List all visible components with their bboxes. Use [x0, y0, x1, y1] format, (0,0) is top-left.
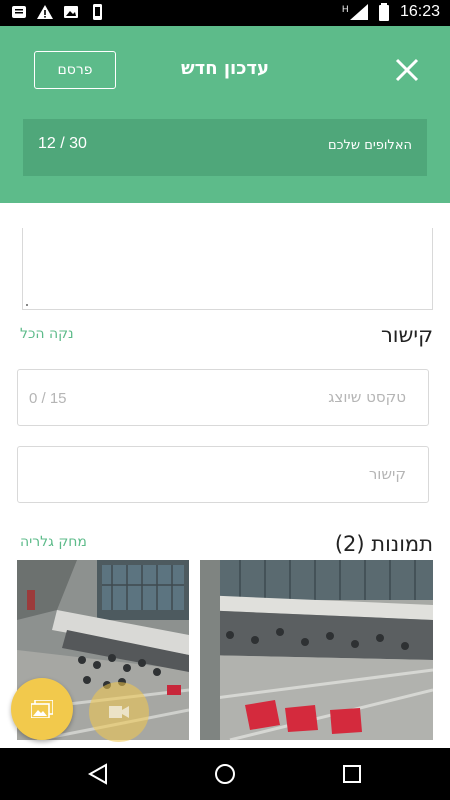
link-section-title: קישור	[380, 323, 433, 347]
status-bar: H 16:23	[0, 0, 450, 26]
warning-icon	[37, 5, 53, 19]
page-title: עדכון חדש	[181, 58, 269, 79]
image-icon	[64, 6, 78, 18]
photos-section-title: תמונות (2)	[334, 532, 433, 556]
system-nav-bar	[0, 748, 450, 800]
content-area: קישור נקה הכל טקסט שיוצג 0 / 15 קישור תמ…	[0, 203, 450, 748]
video-icon	[109, 706, 129, 718]
status-time: 16:23	[399, 3, 440, 20]
back-icon[interactable]	[86, 762, 110, 786]
home-icon[interactable]	[213, 762, 237, 786]
url-field[interactable]: קישור	[17, 446, 429, 503]
add-gallery-button[interactable]	[11, 678, 73, 740]
svg-text:H: H	[342, 4, 349, 14]
group-selector[interactable]: האלופים שלכם 12 / 30	[23, 119, 427, 176]
group-count: 12 / 30	[38, 135, 87, 152]
photo-thumbnail-2[interactable]	[200, 560, 433, 740]
phone-icon	[93, 4, 102, 20]
group-name: האלופים שלכם	[328, 138, 412, 153]
app-header: פרסם עדכון חדש האלופים שלכם 12 / 30	[0, 26, 450, 203]
clear-all-link[interactable]: נקה הכל	[20, 326, 74, 342]
url-placeholder: קישור	[368, 465, 406, 483]
delete-gallery-link[interactable]: מחק גלריה	[20, 534, 87, 550]
add-video-button[interactable]	[89, 682, 149, 742]
battery-icon	[378, 3, 389, 21]
display-text-field[interactable]: טקסט שיוצג 0 / 15	[17, 369, 429, 426]
notification-icon	[12, 6, 26, 18]
display-text-counter: 0 / 15	[29, 390, 67, 407]
display-text-placeholder: טקסט שיוצג	[328, 388, 406, 406]
gallery-icon	[31, 700, 53, 718]
recents-icon[interactable]	[340, 762, 364, 786]
plaza-photo-2	[200, 560, 433, 740]
signal-icon: H	[342, 4, 368, 20]
update-textarea[interactable]	[22, 228, 433, 310]
close-icon[interactable]	[394, 57, 420, 83]
